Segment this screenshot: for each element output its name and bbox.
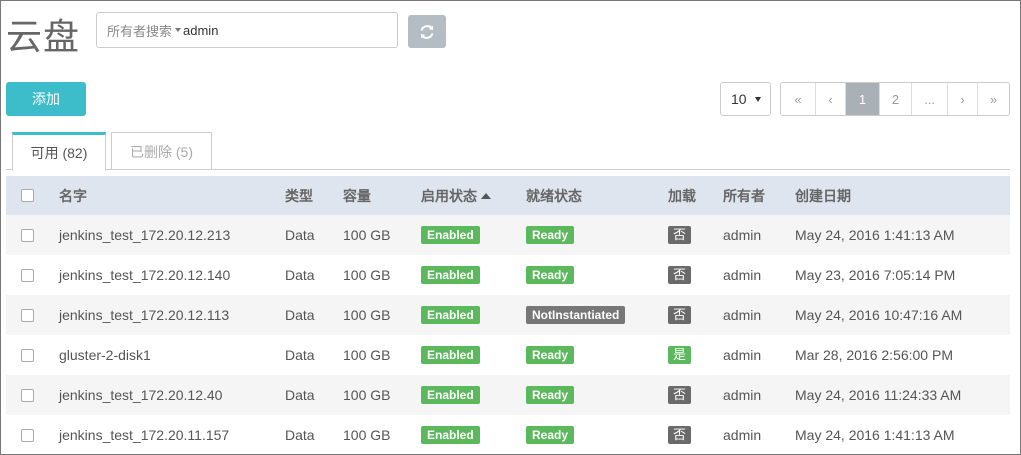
col-created[interactable]: 创建日期 bbox=[795, 176, 851, 215]
refresh-button[interactable] bbox=[408, 15, 446, 48]
add-button[interactable]: 添加 bbox=[6, 82, 86, 116]
volume-name[interactable]: jenkins_test_172.20.12.140 bbox=[59, 267, 230, 283]
created-date: May 24, 2016 1:41:13 AM bbox=[795, 427, 955, 443]
enabled-status-badge: Enabled bbox=[421, 386, 480, 404]
caret-down-icon bbox=[754, 96, 761, 102]
table-row[interactable]: jenkins_test_172.20.12.213 Data 100 GB Enab… bbox=[6, 215, 1010, 255]
col-loaded[interactable]: 加载 bbox=[668, 176, 696, 215]
volume-size: 100 GB bbox=[343, 427, 391, 443]
prev-page-button[interactable]: ‹ bbox=[815, 83, 845, 115]
ready-status-badge: Ready bbox=[526, 386, 575, 404]
ready-status-badge: Ready bbox=[526, 266, 575, 284]
volume-type: Data bbox=[285, 307, 315, 323]
page-size-select[interactable]: 10 bbox=[720, 82, 771, 116]
enabled-status-badge: Enabled bbox=[421, 226, 480, 244]
pagination: « ‹ 1 2 ... › » bbox=[780, 82, 1010, 116]
refresh-icon bbox=[420, 24, 434, 39]
created-date: May 24, 2016 1:41:13 AM bbox=[795, 227, 955, 243]
page-size-value: 10 bbox=[731, 91, 747, 107]
volume-size: 100 GB bbox=[343, 227, 391, 243]
col-size[interactable]: 容量 bbox=[343, 176, 371, 215]
owner: admin bbox=[723, 427, 762, 443]
last-page-button[interactable]: » bbox=[977, 83, 1009, 115]
volume-size: 100 GB bbox=[343, 387, 391, 403]
volume-size: 100 GB bbox=[343, 267, 391, 283]
created-date: May 23, 2016 7:05:14 PM bbox=[795, 267, 956, 283]
next-page-button[interactable]: › bbox=[947, 83, 977, 115]
table-body: jenkins_test_172.20.12.213 Data 100 GB Enab… bbox=[6, 215, 1010, 455]
volume-type: Data bbox=[285, 347, 315, 363]
created-date: May 24, 2016 10:47:16 AM bbox=[795, 307, 963, 323]
page-2-button[interactable]: 2 bbox=[879, 83, 911, 115]
enabled-status-badge: Enabled bbox=[421, 346, 480, 364]
enabled-status-badge: Enabled bbox=[421, 426, 480, 444]
volume-size: 100 GB bbox=[343, 307, 391, 323]
created-date: May 24, 2016 11:24:33 AM bbox=[795, 387, 962, 403]
search-scope-select[interactable]: 所有者搜索 bbox=[107, 21, 172, 40]
caret-down-icon bbox=[175, 28, 182, 32]
table-header: 名字 类型 容量 启用状态 就绪状态 加载 所有者 创建日期 bbox=[6, 176, 1010, 215]
col-enabled-header[interactable]: 启用状态 bbox=[421, 176, 491, 215]
tab-bar: 可用 (82) 已删除 (5) bbox=[6, 130, 1010, 171]
col-ready[interactable]: 就绪状态 bbox=[526, 176, 582, 215]
volume-name[interactable]: jenkins_test_172.20.11.157 bbox=[59, 427, 229, 443]
ready-status-badge: NotInstantiated bbox=[526, 306, 626, 324]
table-row[interactable]: jenkins_test_172.20.11.157 Data 100 GB Enab… bbox=[6, 415, 1010, 455]
owner-search-input[interactable]: 所有者搜索 admin bbox=[96, 12, 398, 48]
volume-name[interactable]: jenkins_test_172.20.12.113 bbox=[59, 307, 229, 323]
page-1-button[interactable]: 1 bbox=[845, 83, 879, 115]
owner: admin bbox=[723, 227, 762, 243]
row-checkbox[interactable] bbox=[21, 268, 34, 282]
row-checkbox[interactable] bbox=[21, 228, 34, 242]
volume-type: Data bbox=[285, 227, 315, 243]
col-owner[interactable]: 所有者 bbox=[723, 176, 765, 215]
loaded-badge: 是 bbox=[668, 346, 692, 364]
owner: admin bbox=[723, 267, 762, 283]
enabled-status-badge: Enabled bbox=[421, 266, 480, 284]
table-row[interactable]: gluster-2-disk1 Data 100 GB Enabled Ready 是 ad… bbox=[6, 335, 1010, 375]
tab-available[interactable]: 可用 (82) bbox=[12, 132, 106, 171]
ready-status-badge: Ready bbox=[526, 346, 575, 364]
select-all-checkbox[interactable] bbox=[21, 189, 34, 202]
loaded-badge: 否 bbox=[668, 226, 692, 244]
table-row[interactable]: jenkins_test_172.20.12.113 Data 100 GB Enab… bbox=[6, 295, 1010, 335]
first-page-button[interactable]: « bbox=[781, 83, 815, 115]
loaded-badge: 否 bbox=[668, 426, 692, 444]
row-checkbox[interactable] bbox=[21, 388, 34, 402]
volume-type: Data bbox=[285, 427, 315, 443]
page-title: 云盘 bbox=[6, 17, 81, 58]
loaded-badge: 否 bbox=[668, 266, 692, 284]
volume-size: 100 GB bbox=[343, 347, 391, 363]
owner: admin bbox=[723, 347, 762, 363]
row-checkbox[interactable] bbox=[21, 348, 34, 362]
col-name[interactable]: 名字 bbox=[59, 176, 87, 215]
volume-name[interactable]: gluster-2-disk1 bbox=[59, 347, 151, 363]
search-value: admin bbox=[183, 22, 219, 38]
volume-type: Data bbox=[285, 267, 315, 283]
ready-status-badge: Ready bbox=[526, 226, 575, 244]
col-enabled: 启用状态 bbox=[421, 187, 477, 204]
col-type[interactable]: 类型 bbox=[285, 176, 313, 215]
volume-name[interactable]: jenkins_test_172.20.12.40 bbox=[59, 387, 222, 403]
ready-status-badge: Ready bbox=[526, 426, 575, 444]
enabled-status-badge: Enabled bbox=[421, 306, 480, 324]
owner: admin bbox=[723, 307, 762, 323]
row-checkbox[interactable] bbox=[21, 428, 34, 442]
table-row[interactable]: jenkins_test_172.20.12.140 Data 100 GB Enab… bbox=[6, 255, 1010, 295]
owner: admin bbox=[723, 387, 762, 403]
created-date: Mar 28, 2016 2:56:00 PM bbox=[795, 347, 953, 363]
volume-name[interactable]: jenkins_test_172.20.12.213 bbox=[59, 227, 230, 243]
table-row[interactable]: jenkins_test_172.20.12.40 Data 100 GB Enabl… bbox=[6, 375, 1010, 415]
page-ellipsis: ... bbox=[911, 83, 947, 115]
volume-type: Data bbox=[285, 387, 315, 403]
tab-deleted[interactable]: 已删除 (5) bbox=[111, 132, 212, 170]
loaded-badge: 否 bbox=[668, 386, 692, 404]
row-checkbox[interactable] bbox=[21, 308, 34, 322]
volume-table: 名字 类型 容量 启用状态 就绪状态 加载 所有者 创建日期 jenkins_t… bbox=[6, 176, 1010, 455]
sort-ascending-icon bbox=[481, 192, 491, 199]
loaded-badge: 否 bbox=[668, 306, 692, 324]
